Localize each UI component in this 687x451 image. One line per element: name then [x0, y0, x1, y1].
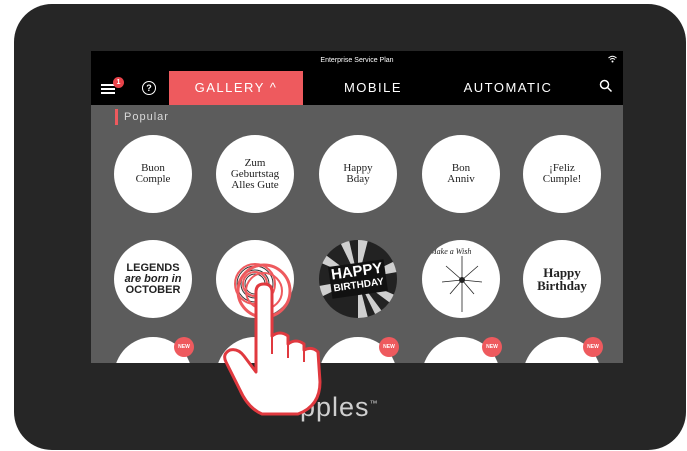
design-tile[interactable]: Buon Comple [114, 135, 192, 213]
tile-line: are born in [124, 272, 182, 285]
tile-line: OCTOBER [125, 283, 181, 296]
design-tile[interactable]: Bon Anniv [422, 135, 500, 213]
tile-line: LEGENDS [126, 261, 180, 274]
tile-line: Comple [135, 173, 171, 185]
tile-line: Wish [455, 247, 472, 256]
tile-line: Geburtstag [230, 167, 280, 180]
tile-line: Cumple! [542, 173, 582, 185]
section-title: Popular [115, 109, 169, 125]
help-button[interactable]: ? [142, 81, 156, 95]
tab-automatic[interactable]: AUTOMATIC [443, 71, 573, 105]
tile-line: Zum [244, 156, 266, 169]
design-tile[interactable]: Happy Birthday [523, 240, 601, 318]
design-tile[interactable]: Zum Geburtstag Alles Gute [216, 135, 294, 213]
new-badge: NEW [482, 337, 502, 357]
search-button[interactable] [599, 79, 615, 95]
design-tile[interactable]: ¡Feliz Cumple! [523, 135, 601, 213]
new-badge: NEW [174, 337, 194, 357]
new-badge: NEW [583, 337, 603, 357]
design-tile[interactable]: LEGENDS are born in OCTOBER [114, 240, 192, 318]
notification-badge: 1 [113, 77, 124, 88]
hamburger-bar [101, 92, 115, 94]
tab-mobile[interactable]: MOBILE [313, 71, 433, 105]
app-screen: Enterprise Service Plan 1 ? GALLERY ^ MO… [91, 51, 623, 363]
tap-hand-icon [223, 263, 322, 416]
tile-line: Make a [430, 247, 454, 256]
new-badge: NEW [379, 337, 399, 357]
wifi-icon [608, 51, 617, 71]
tile-line: Birthday [537, 278, 587, 293]
tile-line: Bday [346, 173, 370, 185]
tile-line: Anniv [447, 173, 475, 185]
tile-line: Alles Gute [231, 178, 279, 191]
plan-label: Enterprise Service Plan [320, 57, 394, 64]
status-bar: Enterprise Service Plan [91, 51, 623, 71]
design-tile[interactable]: Make a Wish [422, 240, 500, 318]
search-icon [599, 79, 613, 93]
hamburger-bar [101, 88, 115, 90]
menu-button[interactable]: 1 [101, 77, 124, 98]
tab-gallery[interactable]: GALLERY ^ [169, 71, 303, 105]
top-nav: 1 ? GALLERY ^ MOBILE AUTOMATIC [91, 71, 623, 105]
design-tile[interactable]: Happy Bday [319, 135, 397, 213]
trademark: ™ [369, 399, 379, 408]
